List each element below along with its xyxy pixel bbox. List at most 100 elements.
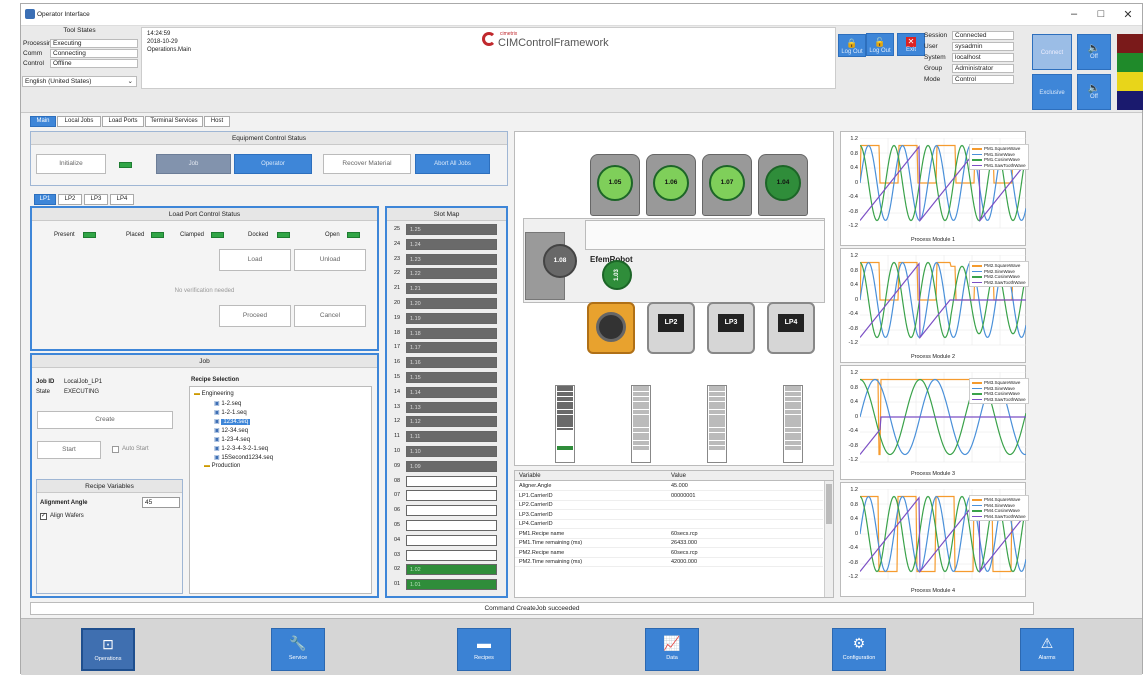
slot-cell[interactable]: 1.19 [406,312,497,324]
tree-item[interactable]: ▣ 1-2.seq [214,400,241,407]
pm-wafer[interactable]: 1.06 [653,165,689,201]
slot-cell[interactable]: 1.11 [406,431,497,443]
slot-cell[interactable]: 1.22 [406,268,497,280]
logout-button-main[interactable]: 🔓 Log Out [866,33,894,56]
slot-cell[interactable]: 1.14 [406,386,497,398]
slot-cell[interactable]: 1.18 [406,327,497,339]
initialize-button[interactable]: Initialize [36,154,106,174]
tab-lp1[interactable]: LP1 [34,194,56,205]
pm-wafer[interactable]: 1.05 [597,165,633,201]
tree-node-engineering[interactable]: ▬ Engineering [194,391,234,397]
sound-toggle-2[interactable]: 🔈 Off [1077,74,1111,110]
slot-cell[interactable] [406,520,497,531]
slot-cell[interactable]: 1.15 [406,372,497,383]
tree-item[interactable]: ▣ 1-2-3-4-3-2-1.seq [214,445,268,452]
pm-wafer[interactable]: 1.04 [765,165,801,201]
slot-cell[interactable]: 1.16 [406,357,497,369]
table-row[interactable]: Aligner.Angle 45.000 [515,482,823,491]
minimize-button[interactable]: – [1064,8,1084,20]
slot-cell[interactable]: 1.23 [406,253,497,265]
slot-cell[interactable] [406,549,497,561]
table-row[interactable]: PM2.Recipe name 60secs.rcp [515,549,823,558]
create-button[interactable]: Create [37,411,173,429]
close-button[interactable]: ✕ [1118,8,1138,21]
slot-cell[interactable]: 1.01 [406,579,497,591]
process-module-4[interactable]: 1.04 [758,154,808,216]
tab-load-ports[interactable]: Load Ports [102,116,144,127]
process-module-3[interactable]: 1.07 [702,154,752,216]
slot-cell[interactable]: 1.24 [406,238,497,250]
scrollbar-thumb[interactable] [826,484,832,524]
table-row[interactable]: LP4.CarrierID [515,520,823,529]
slot-cell[interactable] [406,534,497,546]
tab-lp3[interactable]: LP3 [84,194,108,205]
job-button[interactable]: Job [156,154,231,174]
tree-item[interactable]: ▣ 1-2-1.seq [214,409,247,416]
table-row[interactable]: PM1.Time remaining (ms) 26433.000 [515,539,823,548]
load-port-lp1[interactable] [587,302,635,354]
align-wafers-checkbox[interactable]: ✓ [40,513,47,520]
table-row[interactable]: LP2.CarrierID [515,501,823,510]
logout-button[interactable]: 🔒 Log Out [838,34,866,57]
load-port-lp2[interactable]: LP2 [647,302,695,354]
abort-all-jobs-button[interactable]: Abort All Jobs [415,154,490,174]
tab-lp4[interactable]: LP4 [110,194,134,205]
nav-operations[interactable]: ⊡ Operations [81,628,135,671]
operator-button[interactable]: Operator [234,154,312,174]
slot-cell[interactable]: 1.02 [406,564,497,576]
slot-cell[interactable] [406,490,497,502]
table-row[interactable]: PM1.Recipe name 60secs.rcp [515,530,823,539]
tree-node-production[interactable]: ▬ Production [204,463,240,469]
maximize-button[interactable]: □ [1091,8,1111,20]
slot-cell[interactable]: 1.12 [406,416,497,428]
nav-service[interactable]: 🔧 Service [271,628,325,671]
table-row[interactable]: LP3.CarrierID [515,511,823,520]
table-row[interactable]: LP1.CarrierID 00000001 [515,492,823,501]
tree-item-selected[interactable]: ▣ 1234.seq [214,418,251,425]
table-scrollbar[interactable] [824,481,833,597]
slot-cell[interactable]: 1.09 [406,460,497,472]
cancel-button[interactable]: Cancel [294,305,366,327]
tab-host[interactable]: Host [204,116,230,127]
process-module-1[interactable]: 1.05 [590,154,640,216]
auto-start-checkbox[interactable] [112,446,119,453]
connect-button[interactable]: Connect [1032,34,1072,70]
slot-cell[interactable] [406,475,497,487]
tab-main[interactable]: Main [30,116,56,127]
unload-button[interactable]: Unload [294,249,366,271]
nav-data[interactable]: 📈 Data [645,628,699,671]
slot-cell[interactable]: 1.13 [406,401,497,413]
pm-wafer[interactable]: 1.07 [709,165,745,201]
language-select[interactable]: English (United States) ⌄ [22,76,137,87]
slot-cell[interactable]: 1.17 [406,342,497,354]
start-button[interactable]: Start [37,441,101,459]
slot-cell[interactable] [406,505,497,517]
load-button[interactable]: Load [219,249,291,271]
table-row[interactable]: PM2.Time remaining (ms) 42000.000 [515,558,823,567]
nav-alarms[interactable]: ⚠ Alarms [1020,628,1074,671]
aligner-wafer[interactable]: 1.08 [543,244,577,278]
slot-cell[interactable]: 1.20 [406,298,497,309]
proceed-button[interactable]: Proceed [219,305,291,327]
y-tick-label: -0.8 [848,208,858,215]
tree-item[interactable]: ▣ 12-34.seq [214,427,248,434]
tree-item[interactable]: ▣ 1-23-4.seq [214,436,250,443]
recover-material-button[interactable]: Recover Material [323,154,411,174]
sound-toggle-1[interactable]: 🔈 Off [1077,34,1111,70]
exclusive-button[interactable]: Exclusive [1032,74,1072,110]
slot-cell[interactable]: 1.25 [406,224,497,235]
tree-item[interactable]: ▣ 15Second1234.seq [214,454,273,461]
tab-local-jobs[interactable]: Local Jobs [57,116,101,127]
nav-configuration[interactable]: ⚙ Configuration [832,628,886,671]
slot-cell[interactable]: 1.10 [406,446,497,457]
exit-button[interactable]: ✕ Exit [897,33,925,56]
alignment-angle-input[interactable]: 45 [142,497,180,508]
process-module-2[interactable]: 1.06 [646,154,696,216]
tab-terminal-services[interactable]: Terminal Services [145,116,203,127]
slot-cell[interactable]: 1.21 [406,283,497,295]
tab-lp2[interactable]: LP2 [58,194,82,205]
nav-recipes[interactable]: ▬ Recipes [457,628,511,671]
load-port-lp3[interactable]: LP3 [707,302,755,354]
load-port-lp4[interactable]: LP4 [767,302,815,354]
robot-wafer[interactable]: 1.03 [602,260,632,290]
